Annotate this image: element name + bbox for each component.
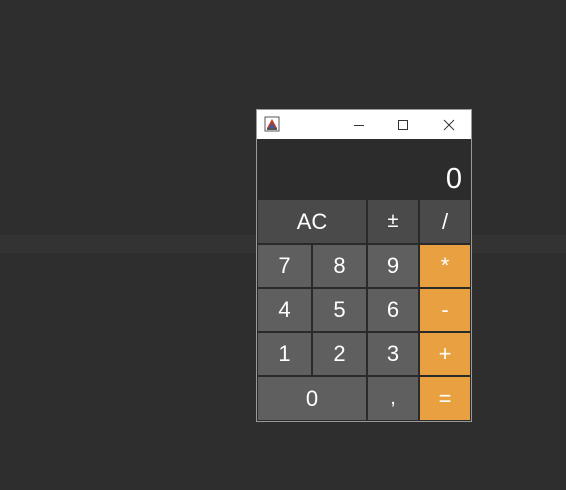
- digit-9-button[interactable]: 9: [367, 244, 419, 288]
- plus-minus-button[interactable]: ±: [367, 199, 419, 244]
- calculator-window: 0 AC ± / 7 8 9 * 4 5 6 - 1 2 3 + 0 , =: [256, 109, 472, 422]
- close-button[interactable]: [427, 110, 471, 139]
- multiply-button[interactable]: *: [419, 244, 471, 288]
- minimize-icon: [354, 124, 364, 126]
- java-app-icon: [264, 116, 280, 132]
- ac-button[interactable]: AC: [257, 199, 367, 244]
- close-icon: [443, 119, 455, 130]
- title-bar[interactable]: [257, 110, 471, 139]
- digit-5-button[interactable]: 5: [312, 288, 367, 332]
- minimize-button[interactable]: [337, 110, 381, 139]
- plus-button[interactable]: +: [419, 332, 471, 376]
- divide-button[interactable]: /: [419, 199, 471, 244]
- display-value: 0: [445, 163, 462, 195]
- keypad: AC ± / 7 8 9 * 4 5 6 - 1 2 3 + 0 , =: [257, 199, 471, 421]
- calculator-display: 0: [257, 139, 471, 199]
- comma-button[interactable]: ,: [367, 376, 419, 421]
- minus-button[interactable]: -: [419, 288, 471, 332]
- digit-0-button[interactable]: 0: [257, 376, 367, 421]
- digit-2-button[interactable]: 2: [312, 332, 367, 376]
- maximize-icon: [398, 119, 408, 130]
- digit-3-button[interactable]: 3: [367, 332, 419, 376]
- digit-8-button[interactable]: 8: [312, 244, 367, 288]
- maximize-button[interactable]: [381, 110, 425, 139]
- equals-button[interactable]: =: [419, 376, 471, 421]
- digit-1-button[interactable]: 1: [257, 332, 312, 376]
- digit-4-button[interactable]: 4: [257, 288, 312, 332]
- digit-6-button[interactable]: 6: [367, 288, 419, 332]
- desktop: 0 AC ± / 7 8 9 * 4 5 6 - 1 2 3 + 0 , =: [0, 0, 566, 490]
- digit-7-button[interactable]: 7: [257, 244, 312, 288]
